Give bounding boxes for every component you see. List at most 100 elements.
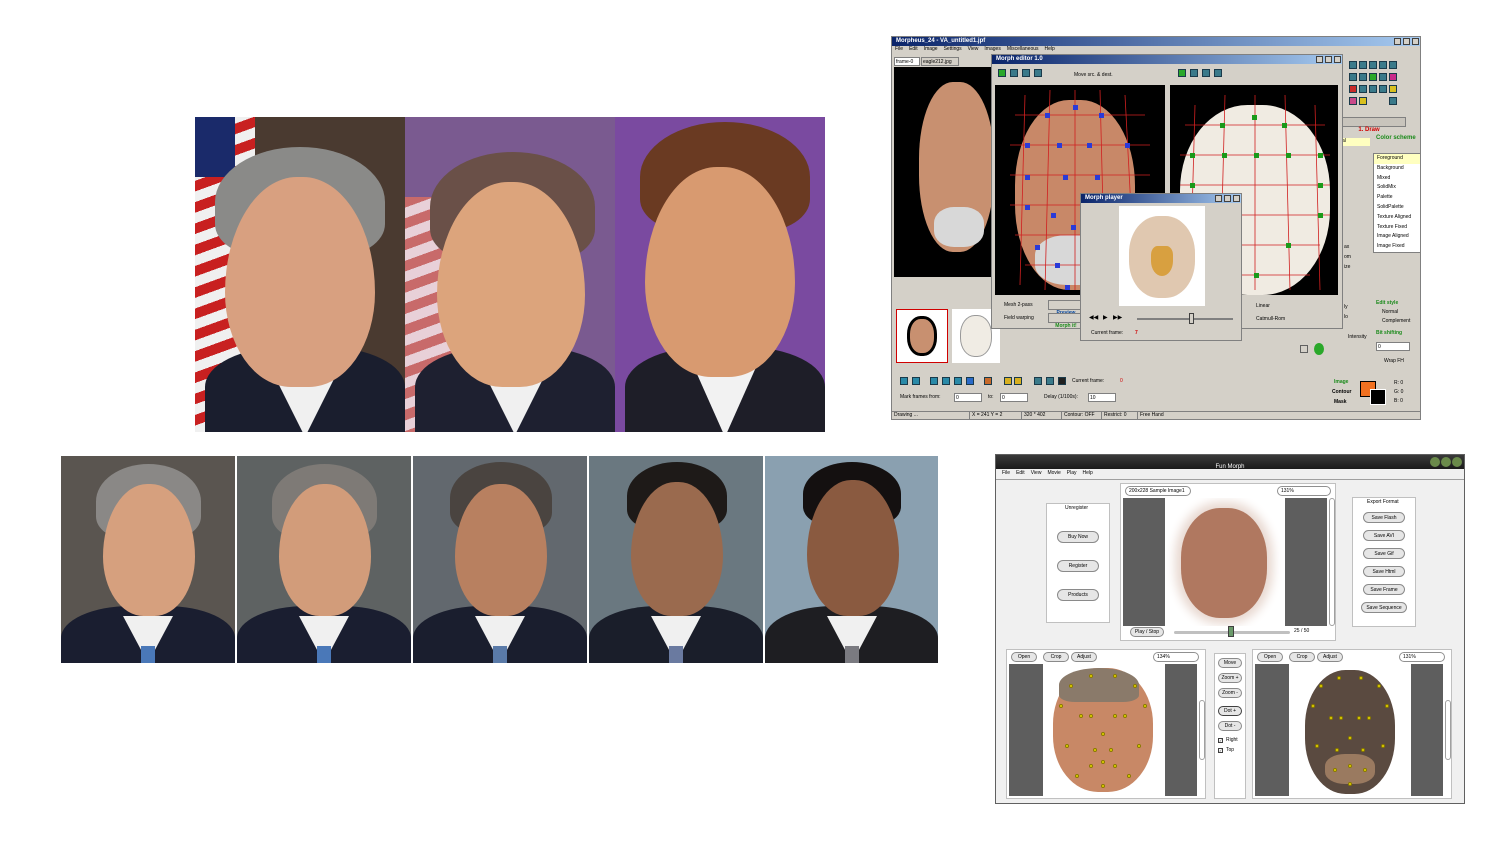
zoom-in-icon[interactable] [1190,69,1198,77]
scheme-item[interactable]: Palette [1374,193,1420,203]
to-field[interactable]: 0 [1000,393,1028,402]
mesh-point[interactable] [1190,153,1195,158]
feature-point[interactable] [1069,684,1073,688]
mesh-point[interactable] [1252,115,1257,120]
pencil-icon[interactable] [1359,97,1367,105]
feature-point[interactable] [1311,704,1315,708]
player-slider[interactable] [1137,318,1233,320]
feature-point[interactable] [1143,704,1147,708]
play-stop-button[interactable]: Play / Stop [1130,627,1164,637]
feature-point[interactable] [1065,744,1069,748]
feature-point[interactable] [1339,716,1343,720]
scheme-item[interactable]: Image Aligned [1374,232,1420,242]
menu-edit[interactable]: Edit [909,47,918,55]
source-canvas[interactable] [1009,664,1197,796]
image-select[interactable]: 200x228 Sample Image1 [1125,486,1191,496]
mesh-point[interactable] [1087,143,1092,148]
prev-frame-icon[interactable] [912,377,920,385]
fm-menu-edit[interactable]: Edit [1016,471,1025,476]
mesh-point[interactable] [1025,205,1030,210]
disk-icon[interactable] [1058,377,1066,385]
open-icon[interactable] [1014,377,1022,385]
feature-point[interactable] [1089,714,1093,718]
stack-icon[interactable] [1389,85,1397,93]
target-canvas[interactable] [1255,664,1443,796]
feature-point[interactable] [1335,748,1339,752]
minimize-button[interactable] [1394,38,1401,45]
next-frame-icon[interactable] [954,377,962,385]
rewind-icon[interactable]: ◀◀ [1089,315,1098,321]
player-minimize[interactable] [1215,195,1222,202]
from-field[interactable]: 0 [954,393,982,402]
mesh-point[interactable] [1254,153,1259,158]
zoom-out-icon[interactable] [1022,69,1030,77]
zoom-out-button[interactable]: Zoom - [1218,688,1242,698]
feature-point[interactable] [1079,714,1083,718]
image-icon[interactable] [1369,85,1377,93]
linear-radio[interactable]: Linear [1256,304,1270,309]
funnel-icon[interactable] [1389,61,1397,69]
copy-icon[interactable] [1359,61,1367,69]
feature-point[interactable] [1101,760,1105,764]
thumbnail-sean[interactable] [896,309,948,363]
color-scheme-list[interactable]: Foreground Background Mixed SolidMix Pal… [1373,153,1421,253]
fm-menu-movie[interactable]: Movie [1047,471,1060,476]
layers-icon[interactable] [1359,85,1367,93]
move-checkbox[interactable]: Move src. & dest. [1074,73,1113,78]
resize-icon[interactable] [1389,97,1397,105]
zoom-icon[interactable] [1034,69,1042,77]
up-icon[interactable] [930,377,938,385]
fit-icon[interactable] [1178,69,1186,77]
feature-point[interactable] [1089,764,1093,768]
scheme-item[interactable]: Texture Aligned [1374,213,1420,223]
mesh-point[interactable] [1220,123,1225,128]
fm-menu-view[interactable]: View [1031,471,1042,476]
feature-point[interactable] [1333,768,1337,772]
fast-forward-icon[interactable]: ▶▶ [1113,315,1122,321]
mesh-point[interactable] [1051,213,1056,218]
fm-close-button[interactable] [1452,457,1462,467]
editor-minimize[interactable] [1316,56,1323,63]
save-icon[interactable] [1369,61,1377,69]
refresh-icon[interactable] [984,377,992,385]
feature-point[interactable] [1348,736,1352,740]
scheme-item[interactable]: Foreground [1374,154,1420,164]
fm-menu-file[interactable]: File [1002,471,1010,476]
crop-button[interactable]: Crop [1289,652,1315,662]
feature-point[interactable] [1137,744,1141,748]
fit-icon[interactable] [998,69,1006,77]
mesh-point[interactable] [1065,285,1070,290]
mesh-point[interactable] [1055,263,1060,268]
feature-point[interactable] [1089,674,1093,678]
save-frame-button[interactable]: Save Frame [1363,584,1405,595]
feature-point[interactable] [1367,716,1371,720]
feature-point[interactable] [1357,716,1361,720]
mesh-point[interactable] [1099,113,1104,118]
folder-icon[interactable] [1004,377,1012,385]
zoom-in-button[interactable]: Zoom + [1218,673,1242,683]
mesh-point[interactable] [1190,183,1195,188]
wrap-checkbox[interactable]: Wrap FH [1384,359,1404,364]
mesh-point[interactable] [1125,143,1130,148]
crop-button[interactable]: Crop [1043,652,1069,662]
dot-remove-button[interactable]: Dot - [1218,721,1242,731]
arrows-icon[interactable] [1300,345,1308,353]
feature-point[interactable] [1385,704,1389,708]
catmull-radio[interactable]: Catmull-Rom [1256,317,1285,322]
mesh-radio[interactable]: Mesh 2-pass [1004,303,1033,308]
open-button[interactable]: Open [1011,652,1037,662]
feature-point[interactable] [1059,704,1063,708]
feature-point[interactable] [1348,764,1352,768]
feature-point[interactable] [1101,732,1105,736]
chart-icon[interactable] [1349,85,1357,93]
scheme-item[interactable]: Background [1374,164,1420,174]
mesh-point[interactable] [1071,225,1076,230]
feature-point[interactable] [1123,714,1127,718]
move-button[interactable]: Move [1218,658,1242,668]
feature-point[interactable] [1319,684,1323,688]
open-button[interactable]: Open [1257,652,1283,662]
fit-icon[interactable] [1369,73,1377,81]
fm-menu-help[interactable]: Help [1083,471,1093,476]
mesh-point[interactable] [1063,175,1068,180]
feature-point[interactable] [1361,748,1365,752]
